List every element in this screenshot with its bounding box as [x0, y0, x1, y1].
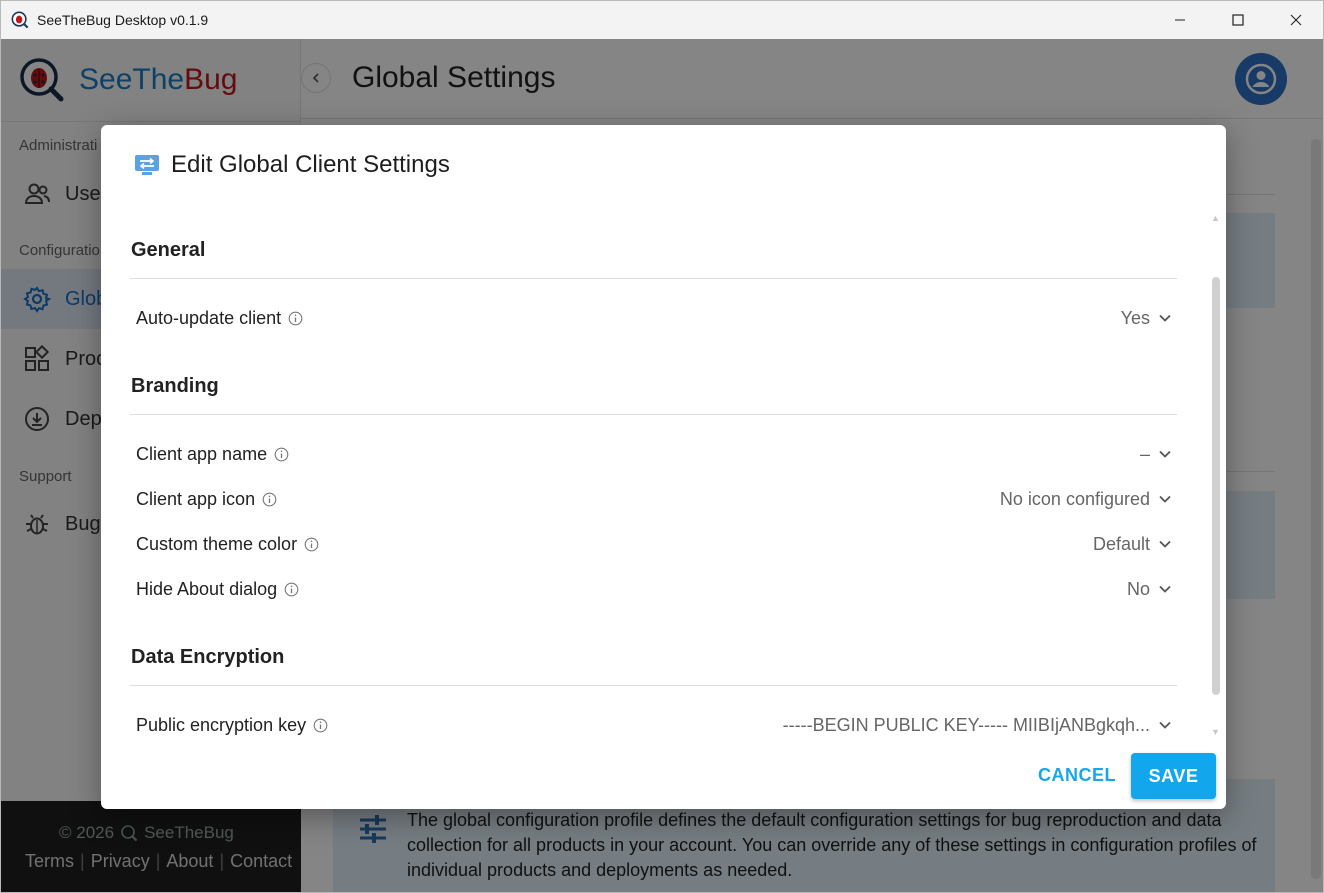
chevron-down-icon — [1158, 582, 1172, 596]
window-title: SeeTheBug Desktop v0.1.9 — [37, 12, 209, 28]
chevron-down-icon — [1158, 447, 1172, 461]
close-window-button[interactable] — [1267, 1, 1323, 39]
setting-row-auto-update-client[interactable]: Auto-update client Yes — [136, 303, 1172, 333]
setting-label: Auto-update client — [136, 307, 282, 328]
setting-value-dropdown[interactable]: -----BEGIN PUBLIC KEY----- MIIBIjANBgkqh… — [783, 715, 1172, 736]
dialog-header: Edit Global Client Settings — [133, 151, 450, 179]
setting-value: – — [1139, 443, 1150, 464]
dialog-scrollbar[interactable] — [1212, 277, 1220, 695]
save-button[interactable]: SAVE — [1131, 753, 1216, 799]
info-icon[interactable] — [313, 718, 328, 733]
info-icon[interactable] — [284, 582, 299, 597]
setting-value: Default — [1092, 533, 1150, 554]
scroll-down-arrow-icon[interactable]: ▼ — [1211, 727, 1220, 737]
app-window: SeeTheBug Desktop v0.1.9 SeeTheBug Admin… — [0, 0, 1324, 893]
setting-label: Public encryption key — [136, 714, 307, 735]
app-logo-icon — [11, 11, 29, 29]
minimize-button[interactable] — [1151, 1, 1209, 39]
setting-value: No icon configured — [999, 488, 1150, 509]
dialog-title: Edit Global Client Settings — [171, 151, 450, 178]
setting-label: Client app name — [136, 443, 268, 464]
setting-label: Custom theme color — [136, 533, 298, 554]
chevron-down-icon — [1158, 311, 1172, 325]
info-icon[interactable] — [262, 492, 277, 507]
info-icon[interactable] — [288, 311, 303, 326]
info-icon[interactable] — [274, 447, 289, 462]
setting-row-client-app-icon[interactable]: Client app icon No icon configured — [136, 484, 1172, 514]
setting-value-dropdown[interactable]: Yes — [1121, 308, 1172, 329]
setting-row-custom-theme-color[interactable]: Custom theme color Default — [136, 529, 1172, 559]
section-title-general: General — [131, 239, 206, 261]
section-divider — [130, 414, 1177, 415]
section-divider — [130, 278, 1177, 279]
setting-row-client-app-name[interactable]: Client app name – — [136, 439, 1172, 469]
setting-value: -----BEGIN PUBLIC KEY----- MIIBIjANBgkqh… — [782, 714, 1150, 735]
dialog-body: General Auto-update client Yes Branding … — [101, 215, 1211, 745]
setting-row-public-encryption-key[interactable]: Public encryption key -----BEGIN PUBLIC … — [136, 710, 1172, 740]
maximize-button[interactable] — [1209, 1, 1267, 39]
title-bar: SeeTheBug Desktop v0.1.9 — [1, 1, 1323, 39]
section-title-branding: Branding — [131, 375, 219, 397]
close-icon — [1290, 14, 1302, 26]
chevron-down-icon — [1158, 492, 1172, 506]
setting-value-dropdown[interactable]: No icon configured — [1000, 489, 1172, 510]
setting-value-dropdown[interactable]: – — [1140, 444, 1172, 465]
setting-row-hide-about-dialog[interactable]: Hide About dialog No — [136, 574, 1172, 604]
scroll-up-arrow-icon[interactable]: ▲ — [1211, 213, 1220, 223]
setting-value: Yes — [1120, 307, 1150, 328]
section-title-data-encryption: Data Encryption — [131, 646, 285, 668]
chevron-down-icon — [1158, 718, 1172, 732]
minimize-icon — [1175, 19, 1185, 21]
edit-global-client-settings-dialog: Edit Global Client Settings General Auto… — [101, 125, 1226, 809]
maximize-icon — [1232, 14, 1244, 26]
client-settings-icon — [135, 155, 159, 175]
section-divider — [130, 685, 1177, 686]
chevron-down-icon — [1158, 537, 1172, 551]
setting-value-dropdown[interactable]: Default — [1093, 534, 1172, 555]
setting-value: No — [1126, 578, 1150, 599]
setting-label: Hide About dialog — [136, 578, 278, 599]
info-icon[interactable] — [304, 537, 319, 552]
setting-value-dropdown[interactable]: No — [1127, 579, 1172, 600]
cancel-button[interactable]: CANCEL — [1031, 757, 1123, 793]
setting-label: Client app icon — [136, 488, 256, 509]
